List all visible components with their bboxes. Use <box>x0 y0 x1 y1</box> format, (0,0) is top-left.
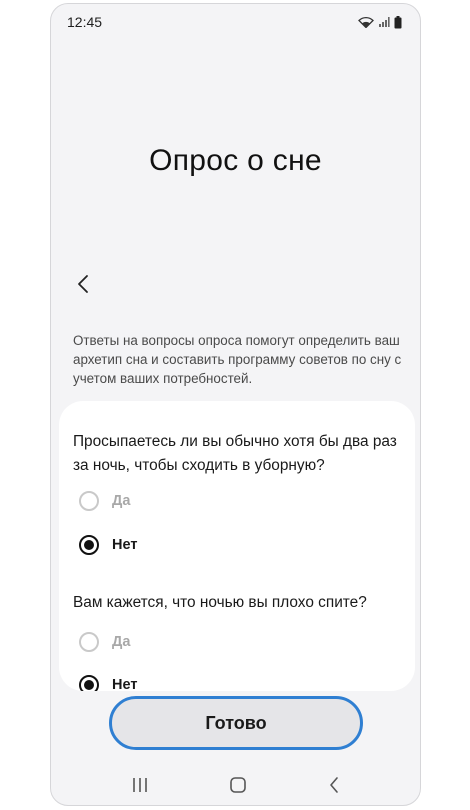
recents-icon[interactable] <box>131 777 149 793</box>
option-q1-yes[interactable]: Да <box>79 491 130 511</box>
back-button[interactable] <box>69 272 97 300</box>
radio-q2-no[interactable] <box>79 675 99 691</box>
status-icons <box>358 15 402 29</box>
option-q2-no[interactable]: Нет <box>79 675 137 691</box>
option-label: Нет <box>112 537 138 553</box>
option-label: Да <box>112 634 131 650</box>
page-title: Опрос о сне <box>149 144 322 177</box>
phone-screen: 12:45 Опрос о сне Ответы на вопросы опро… <box>50 3 421 806</box>
survey-card: Просыпаетесь ли вы обычно хотя бы два ра… <box>59 401 415 691</box>
radio-q1-no[interactable] <box>79 535 99 555</box>
status-bar: 12:45 <box>51 4 420 40</box>
status-time: 12:45 <box>67 14 103 30</box>
home-icon[interactable] <box>229 776 247 794</box>
navigation-bar <box>51 764 420 805</box>
intro-text: Ответы на вопросы опроса помогут определ… <box>73 333 402 386</box>
option-q1-no[interactable]: Нет <box>79 535 137 555</box>
battery-icon <box>394 15 402 29</box>
done-button[interactable]: Готово <box>109 696 363 750</box>
chevron-left-icon <box>76 274 90 299</box>
radio-q2-yes[interactable] <box>79 632 99 652</box>
signal-icon <box>378 16 390 28</box>
option-q2-yes[interactable]: Да <box>79 632 130 652</box>
back-nav-icon[interactable] <box>328 776 340 794</box>
option-label: Да <box>112 493 131 509</box>
radio-q1-yes[interactable] <box>79 491 99 511</box>
wifi-icon <box>358 16 374 28</box>
option-label: Нет <box>112 677 138 691</box>
question-2: Вам кажется, что ночью вы плохо спите? <box>73 594 367 611</box>
question-1: Просыпаетесь ли вы обычно хотя бы два ра… <box>73 433 397 474</box>
